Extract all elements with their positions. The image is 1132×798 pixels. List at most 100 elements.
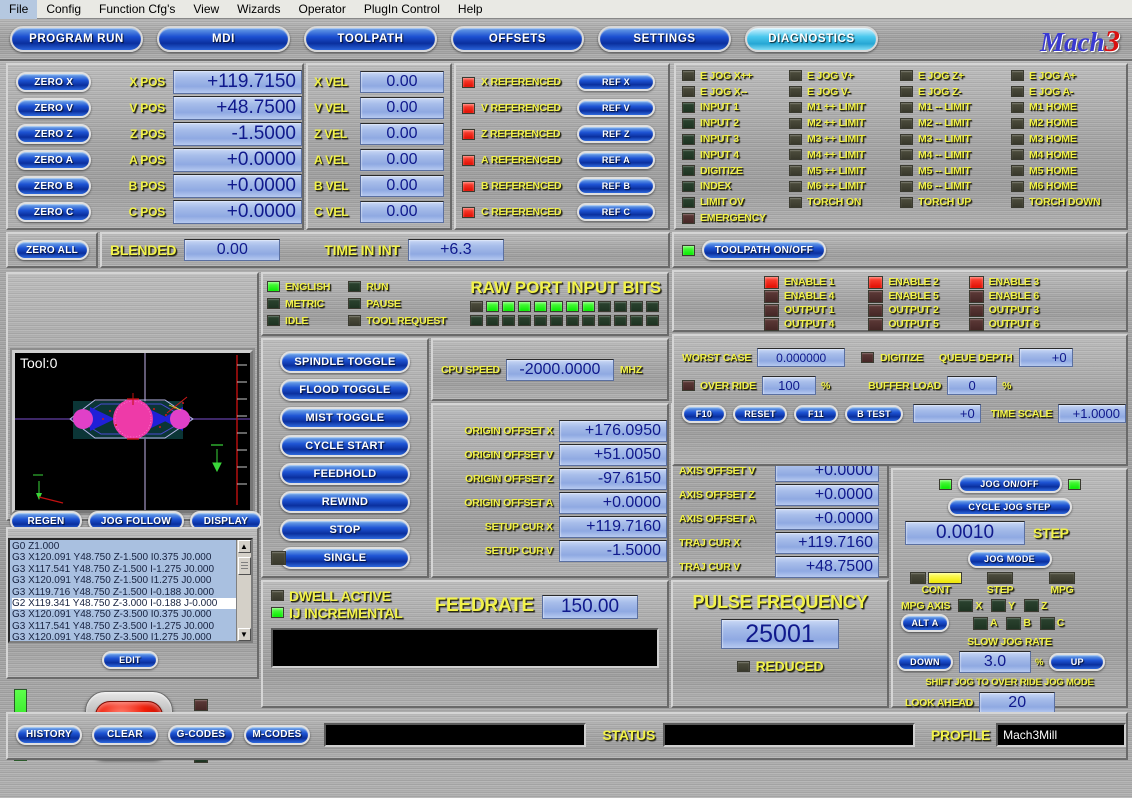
jog-rate-up-button[interactable]: UP bbox=[1049, 653, 1106, 671]
zero-button-b[interactable]: ZERO B bbox=[16, 176, 92, 196]
jog-on-off-button[interactable]: JOG ON/OFF bbox=[957, 475, 1062, 493]
menu-item-wizards[interactable]: Wizards bbox=[228, 0, 289, 19]
alt-axis-item[interactable]: C bbox=[1039, 616, 1064, 630]
alt-axis-item[interactable]: A bbox=[973, 616, 998, 630]
spindle-toggle-button[interactable]: SPINDLE TOGGLE bbox=[280, 351, 410, 373]
ref-button-c[interactable]: REF C bbox=[577, 203, 655, 221]
pos-value-a[interactable]: +0.0000 bbox=[173, 148, 302, 172]
zero-button-v[interactable]: ZERO V bbox=[16, 98, 92, 118]
offset-value-origin-offset-a[interactable]: +0.0000 bbox=[559, 492, 667, 514]
tab-toolpath[interactable]: TOOLPATH bbox=[304, 26, 437, 52]
enable-row: ENABLE 3 bbox=[968, 275, 1039, 289]
jog-rate-value[interactable]: 3.0 bbox=[959, 651, 1031, 673]
stop-button[interactable]: STOP bbox=[280, 519, 410, 541]
axis-offset-value-axis-offset-z[interactable]: +0.0000 bbox=[775, 484, 879, 506]
b-test-button[interactable]: B TEST bbox=[845, 404, 903, 423]
gcode-line[interactable]: G3 X120.091 Y48.750 Z-3.500 I0.375 J0.00… bbox=[12, 609, 236, 620]
tab-program-run[interactable]: PROGRAM RUN bbox=[10, 26, 143, 52]
scroll-down-button[interactable]: ▼ bbox=[237, 628, 251, 641]
m-codes-button[interactable]: M-CODES bbox=[244, 724, 310, 745]
jog-rate-down-button[interactable]: DOWN bbox=[897, 653, 953, 671]
gcode-line[interactable]: G3 X119.716 Y48.750 Z-1.500 I-0.188 J0.0… bbox=[12, 587, 236, 598]
gcode-scrollbar[interactable]: ▲ ▼ bbox=[236, 540, 251, 641]
ref-button-b[interactable]: REF B bbox=[577, 177, 655, 195]
offset-value-setup-cur-v[interactable]: -1.5000 bbox=[559, 540, 667, 562]
menubar[interactable]: File Config Function Cfg's View Wizards Opera… bbox=[0, 0, 1132, 19]
io-led-torch-on bbox=[789, 196, 803, 208]
pos-value-z[interactable]: -1.5000 bbox=[173, 122, 302, 146]
tab-strip[interactable]: PROGRAM RUN MDI TOOLPATH OFFSETS SETTINGS DIA… bbox=[0, 19, 1132, 61]
rewind-button[interactable]: REWIND bbox=[280, 491, 410, 513]
reset-button[interactable]: RESET bbox=[733, 404, 787, 423]
offset-value-origin-offset-v[interactable]: +51.0050 bbox=[559, 444, 667, 466]
zero-button-z[interactable]: ZERO Z bbox=[16, 124, 92, 144]
offset-value-origin-offset-z[interactable]: -97.6150 bbox=[559, 468, 667, 490]
menu-item-operator[interactable]: Operator bbox=[290, 0, 355, 19]
mist-toggle-button[interactable]: MIST TOGGLE bbox=[280, 407, 410, 429]
zero-button-x[interactable]: ZERO X bbox=[16, 72, 92, 92]
tab-mdi[interactable]: MDI bbox=[157, 26, 290, 52]
axis-offset-value-traj-cur-v[interactable]: +48.7500 bbox=[775, 556, 879, 578]
mpg-axis-item[interactable]: X bbox=[958, 599, 982, 612]
edit-button[interactable]: EDIT bbox=[102, 651, 158, 669]
zero-all-button[interactable]: ZERO ALL bbox=[15, 240, 89, 260]
menu-item-file[interactable]: File bbox=[0, 0, 38, 19]
f11-button[interactable]: F11 bbox=[794, 404, 838, 423]
menu-item-config[interactable]: Config bbox=[37, 0, 90, 19]
io-row: INPUT 2 bbox=[682, 115, 789, 131]
scrollbar-thumb[interactable] bbox=[237, 557, 251, 575]
ref-button-x[interactable]: REF X bbox=[577, 73, 655, 91]
io-row: M3 -- LIMIT bbox=[900, 131, 1011, 147]
pos-value-x[interactable]: +119.7150 bbox=[173, 70, 302, 94]
menu-item-view[interactable]: View bbox=[184, 0, 228, 19]
feedhold-button[interactable]: FEEDHOLD bbox=[280, 463, 410, 485]
axis-offset-value-traj-cur-x[interactable]: +119.7160 bbox=[775, 532, 879, 554]
offset-value-setup-cur-x[interactable]: +119.7160 bbox=[559, 516, 667, 538]
clear-button[interactable]: CLEAR bbox=[92, 724, 158, 745]
mpg-axis-item[interactable]: Y bbox=[991, 599, 1015, 612]
ref-button-a[interactable]: REF A bbox=[577, 151, 655, 169]
g-codes-button[interactable]: G-CODES bbox=[168, 724, 234, 745]
history-button[interactable]: HISTORY bbox=[16, 724, 82, 745]
menu-item-help[interactable]: Help bbox=[449, 0, 492, 19]
zero-button-a[interactable]: ZERO A bbox=[16, 150, 92, 170]
axis-offset-value-axis-offset-a[interactable]: +0.0000 bbox=[775, 508, 879, 530]
zero-button-c[interactable]: ZERO C bbox=[16, 202, 92, 222]
gcode-line[interactable]: G0 Z1.000 bbox=[12, 541, 236, 552]
tab-settings[interactable]: SETTINGS bbox=[598, 26, 731, 52]
gcode-line[interactable]: G3 X117.541 Y48.750 Z-3.500 I-1.275 J0.0… bbox=[12, 621, 236, 632]
ref-button-z[interactable]: REF Z bbox=[577, 125, 655, 143]
gcode-line[interactable]: G2 X119.341 Y48.750 Z-3.000 I-0.188 J-0.… bbox=[12, 597, 236, 610]
gcode-line[interactable]: G3 X117.541 Y48.750 Z-1.500 I-1.275 J0.0… bbox=[12, 564, 236, 575]
gcode-line[interactable]: G3 X120.091 Y48.750 Z-1.500 I0.375 J0.00… bbox=[12, 552, 236, 563]
menu-item-function-cfg-s[interactable]: Function Cfg's bbox=[90, 0, 184, 19]
feedrate-value[interactable]: 150.00 bbox=[542, 595, 638, 619]
scroll-up-button[interactable]: ▲ bbox=[237, 540, 251, 553]
pos-value-v[interactable]: +48.7500 bbox=[173, 96, 302, 120]
gcode-line[interactable]: G3 X120.091 Y48.750 Z-1.500 I1.275 J0.00… bbox=[12, 575, 236, 586]
menu-item-plugin-control[interactable]: PlugIn Control bbox=[355, 0, 449, 19]
gcode-lines[interactable]: G0 Z1.000 G3 X120.091 Y48.750 Z-1.500 I0.… bbox=[10, 540, 236, 641]
unit-status-label: IDLE bbox=[285, 314, 309, 327]
cycle-start-button[interactable]: CYCLE START bbox=[280, 435, 410, 457]
flood-toggle-button[interactable]: FLOOD TOGGLE bbox=[280, 379, 410, 401]
tab-diagnostics[interactable]: DIAGNOSTICS bbox=[745, 26, 878, 52]
gcode-listbox[interactable]: G0 Z1.000 G3 X120.091 Y48.750 Z-1.500 I0.… bbox=[8, 538, 253, 643]
alt-a-button[interactable]: ALT A bbox=[901, 614, 949, 632]
mpg-axis-item[interactable]: Z bbox=[1023, 599, 1047, 612]
pos-value-b[interactable]: +0.0000 bbox=[173, 174, 302, 198]
tab-offsets[interactable]: OFFSETS bbox=[451, 26, 584, 52]
single-button[interactable]: SINGLE bbox=[280, 547, 410, 569]
toolpath-canvas[interactable]: Tool:0 bbox=[12, 350, 253, 513]
pos-value-c[interactable]: +0.0000 bbox=[173, 200, 302, 224]
ref-button-v[interactable]: REF V bbox=[577, 99, 655, 117]
gcode-line[interactable]: G3 X120.091 Y48.750 Z-3.500 I1.275 J0.00… bbox=[12, 632, 236, 641]
toolpath-on-off-button[interactable]: TOOLPATH ON/OFF bbox=[702, 240, 826, 260]
cycle-jog-step-button[interactable]: CYCLE JOG STEP bbox=[947, 498, 1072, 516]
jog-mode-button[interactable]: JOG MODE bbox=[967, 550, 1052, 568]
jog-step-value[interactable]: 0.0010 bbox=[905, 521, 1025, 545]
offset-value-origin-offset-x[interactable]: +176.0950 bbox=[559, 420, 667, 442]
f10-button[interactable]: F10 bbox=[682, 404, 726, 423]
alt-axis-item[interactable]: B bbox=[1006, 616, 1031, 630]
look-ahead-value[interactable]: 20 bbox=[979, 692, 1056, 714]
